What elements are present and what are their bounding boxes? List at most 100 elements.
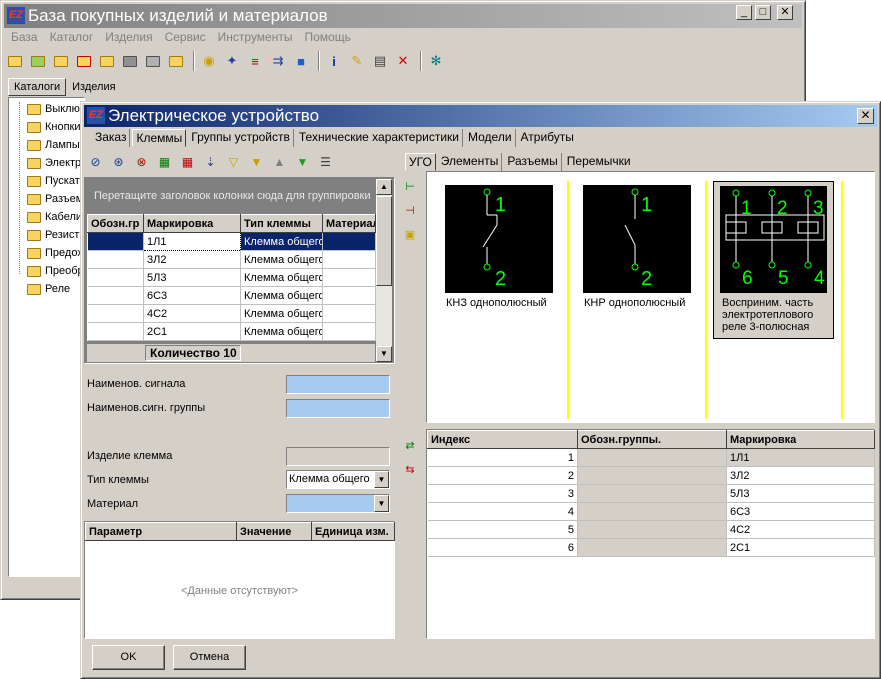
folder-delete-icon[interactable] xyxy=(74,51,94,71)
rows-delete-icon[interactable]: ▦ xyxy=(178,153,197,172)
link-delete-icon[interactable]: ⇆ xyxy=(400,459,420,479)
tab-connectors[interactable]: Разъемы xyxy=(504,153,562,171)
delete-icon[interactable]: ✕ xyxy=(393,51,413,71)
list-icon[interactable]: ☰ xyxy=(316,153,335,172)
tab-device-groups[interactable]: Группы устройств xyxy=(188,129,294,147)
export-icon[interactable] xyxy=(166,51,186,71)
add-icon[interactable]: ≡ xyxy=(245,51,265,71)
maximize-button[interactable]: □ xyxy=(755,5,771,20)
tree-item[interactable]: Резист xyxy=(27,226,79,244)
scroll-up-button[interactable]: ▲ xyxy=(376,179,392,195)
col-header-parameter[interactable]: Параметр xyxy=(85,522,237,541)
menu-service[interactable]: Сервис xyxy=(159,28,212,46)
ugo-symbol-nc-contact[interactable]: 1 2 xyxy=(445,185,553,293)
menu-products[interactable]: Изделия xyxy=(99,28,158,46)
folder-add-icon[interactable] xyxy=(51,51,71,71)
col-header-value[interactable]: Значение xyxy=(236,522,312,541)
material-select[interactable]: ▼ xyxy=(286,494,390,513)
menu-help[interactable]: Помощь xyxy=(298,28,356,46)
tree-item[interactable]: Разъем xyxy=(27,190,83,208)
close-button[interactable]: ✕ xyxy=(777,5,793,20)
terminal-product-field[interactable] xyxy=(286,447,390,466)
table-row[interactable]: 5 4С2 xyxy=(427,520,875,539)
ok-button[interactable]: OK xyxy=(92,645,165,670)
col-header-unit[interactable]: Единица изм. xyxy=(311,522,395,541)
col-header-type[interactable]: Тип клеммы xyxy=(240,214,323,233)
table-row[interactable]: 1Л1 Клемма общего xyxy=(87,232,376,251)
table-row[interactable]: 3 5Л3 xyxy=(427,484,875,503)
table-row[interactable]: 1 1Л1 xyxy=(427,448,875,467)
magnet-icon[interactable]: ✦ xyxy=(222,51,242,71)
signal-group-name-field[interactable] xyxy=(286,399,390,418)
table-row[interactable]: 6 2С1 xyxy=(427,538,875,557)
group-by-area[interactable]: Перетащите заголовок колонки сюда для гр… xyxy=(87,180,375,213)
table-row[interactable]: 5Л3 Клемма общего xyxy=(87,268,376,287)
col-header-material[interactable]: Материал xyxy=(322,214,376,233)
tree-item[interactable]: Пускат xyxy=(27,172,80,190)
tab-terminals[interactable]: Клеммы xyxy=(132,129,187,147)
tree-item[interactable]: Электр xyxy=(27,154,81,172)
col-header-group[interactable]: Обозн.гр xyxy=(87,214,144,233)
minimize-button[interactable]: _ xyxy=(736,5,752,20)
tree-item[interactable]: Предох xyxy=(27,244,83,262)
chevron-down-icon[interactable]: ▼ xyxy=(374,495,389,512)
info-icon[interactable]: i xyxy=(324,51,344,71)
link-add-icon[interactable]: ⇄ xyxy=(400,435,420,455)
tab-ugo[interactable]: УГО xyxy=(405,153,436,171)
table-row[interactable]: 4С2 Клемма общего xyxy=(87,304,376,323)
filter-add-icon[interactable]: ▼ xyxy=(247,153,266,172)
terminal-type-select[interactable]: Клемма общего ▼ xyxy=(286,470,390,489)
tab-attributes[interactable]: Атрибуты xyxy=(518,129,577,147)
table-row[interactable]: 4 6С3 xyxy=(427,502,875,521)
magnet-delete-icon[interactable]: ⊗ xyxy=(132,153,151,172)
tab-catalogs[interactable]: Каталоги xyxy=(8,78,67,96)
magnet-add-icon[interactable]: ⊘ xyxy=(86,153,105,172)
menu-base[interactable]: База xyxy=(5,28,44,46)
table-row[interactable]: 2С1 Клемма общего xyxy=(87,322,376,341)
col-header-marking[interactable]: Маркировка xyxy=(726,430,875,449)
tab-order[interactable]: Заказ xyxy=(92,129,131,147)
tab-jumpers[interactable]: Перемычки xyxy=(564,153,634,171)
terminals-scrollbar[interactable]: ▲ ▼ xyxy=(376,179,392,362)
col-header-index[interactable]: Индекс xyxy=(427,430,578,449)
tree-item[interactable]: Кабели xyxy=(27,208,82,226)
folder-up-icon[interactable] xyxy=(97,51,117,71)
pencil-icon[interactable]: ✎ xyxy=(347,51,367,71)
col-header-marking[interactable]: Маркировка xyxy=(143,214,241,233)
arrow-down-icon[interactable]: ▼ xyxy=(293,153,312,172)
filter-icon[interactable]: ▽ xyxy=(224,153,243,172)
dialog-close-button[interactable]: ✕ xyxy=(857,108,874,124)
scroll-down-button[interactable]: ▼ xyxy=(376,346,392,362)
rows-add-icon[interactable]: ▦ xyxy=(155,153,174,172)
signal-name-field[interactable] xyxy=(286,375,390,394)
magnet-add-multi-icon[interactable]: ⊛ xyxy=(109,153,128,172)
tree-item-selected[interactable]: Реле xyxy=(27,280,70,298)
table-row[interactable]: 3Л2 Клемма общего xyxy=(87,250,376,269)
table-row[interactable]: 6С3 Клемма общего xyxy=(87,286,376,305)
sort-icon[interactable]: ⇣ xyxy=(201,153,220,172)
symbol-add-icon[interactable]: ⊢ xyxy=(400,176,420,196)
gear-icon[interactable]: ✻ xyxy=(426,51,446,71)
symbol-library-icon[interactable]: ▣ xyxy=(400,224,420,244)
cancel-button[interactable]: Отмена xyxy=(173,645,246,670)
cube-icon[interactable]: ■ xyxy=(291,51,311,71)
ugo-symbol-no-contact[interactable]: 1 2 xyxy=(583,185,691,293)
symbol-delete-icon[interactable]: ⊣ xyxy=(400,200,420,220)
arrow-up-icon[interactable]: ▲ xyxy=(270,153,289,172)
bulb-icon[interactable]: ◉ xyxy=(199,51,219,71)
paste-icon[interactable]: ▤ xyxy=(370,51,390,71)
tree-item[interactable]: Кнопки xyxy=(27,118,81,136)
chevron-down-icon[interactable]: ▼ xyxy=(374,471,389,488)
tab-elements[interactable]: Элементы xyxy=(438,153,503,171)
open-folder-icon[interactable] xyxy=(28,51,48,71)
tab-specifications[interactable]: Технические характеристики xyxy=(296,129,464,147)
tree-item[interactable]: Лампы xyxy=(27,136,80,154)
copy-icon[interactable] xyxy=(143,51,163,71)
scroll-thumb[interactable] xyxy=(376,196,392,286)
menu-catalog[interactable]: Каталог xyxy=(44,28,100,46)
tree-item[interactable]: Преобр xyxy=(27,262,84,280)
tree-item[interactable]: Выклю xyxy=(27,100,80,118)
folder-icon[interactable] xyxy=(5,51,25,71)
col-header-group-designation[interactable]: Обозн.группы. xyxy=(577,430,727,449)
tab-products[interactable]: Изделия xyxy=(66,78,122,96)
